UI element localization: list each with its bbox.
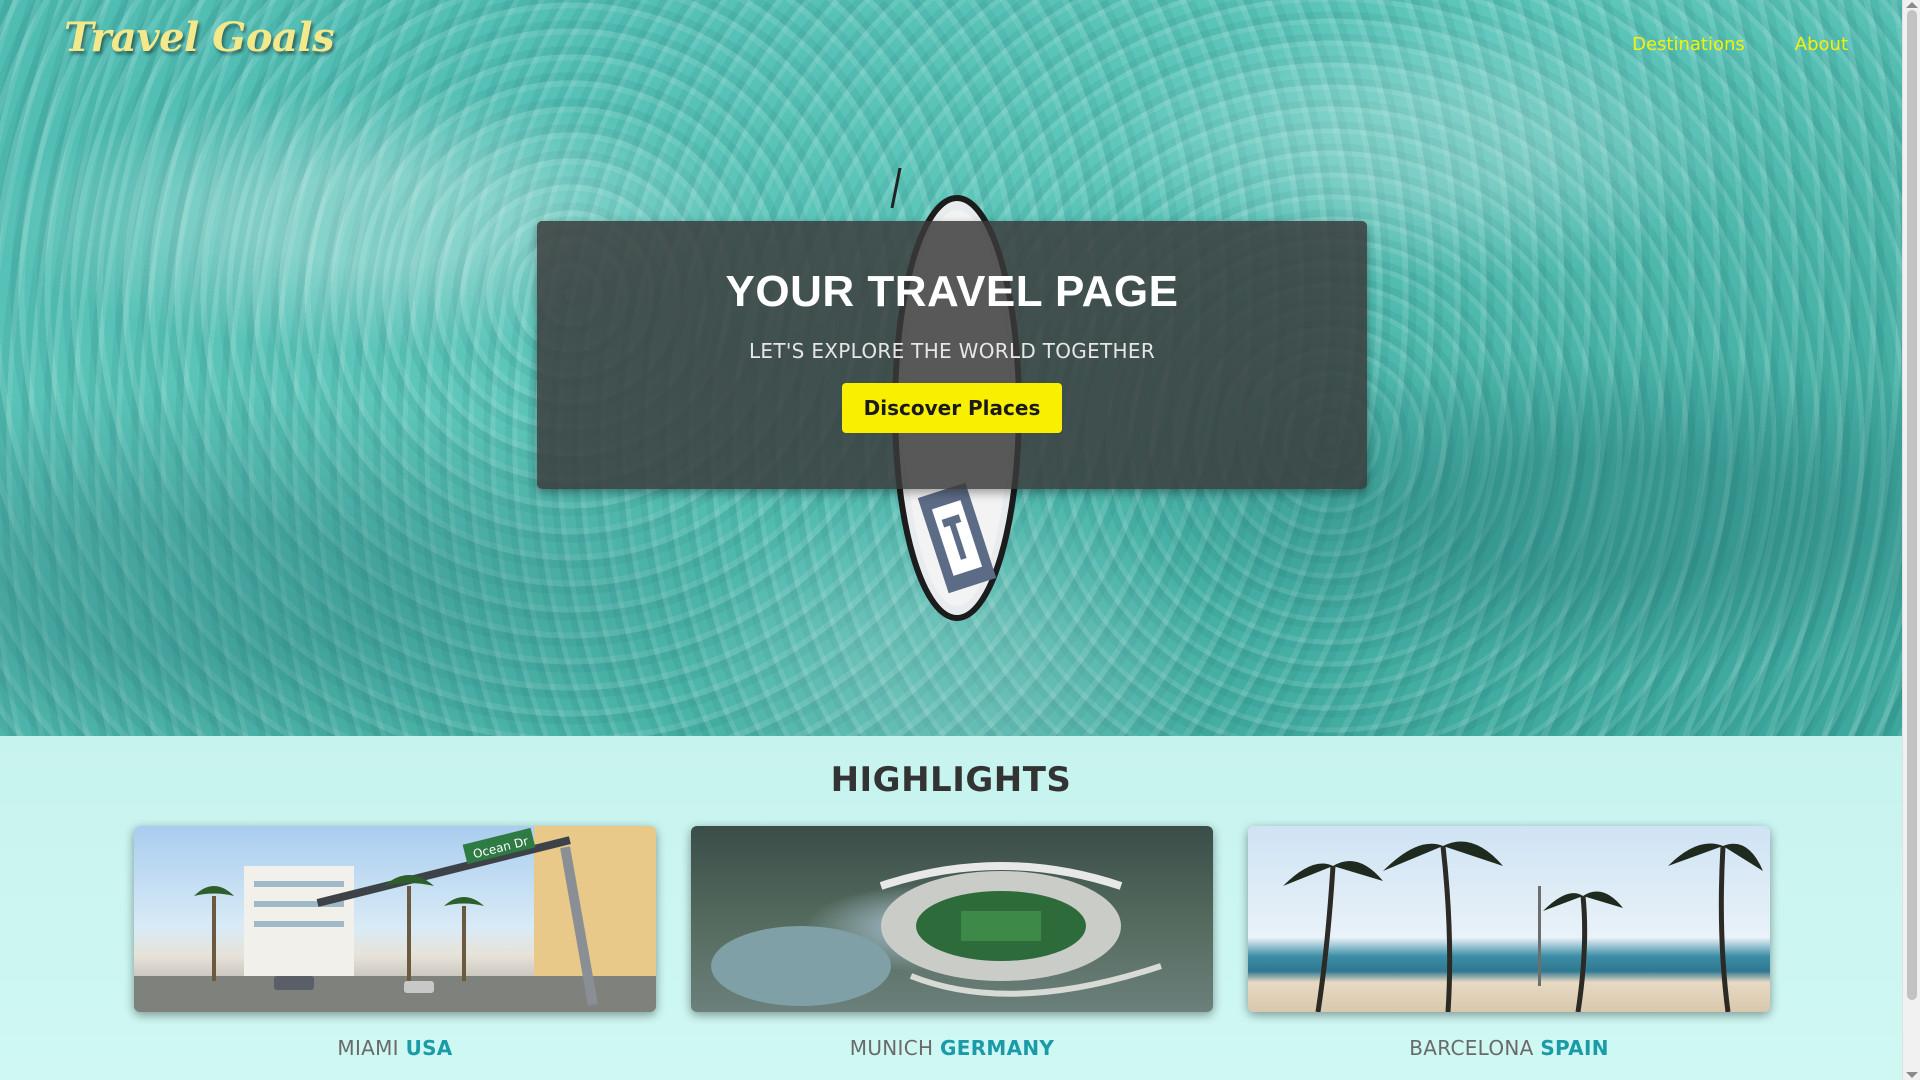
nav-link-about[interactable]: About (1795, 34, 1848, 55)
nav-link-destinations[interactable]: Destinations (1632, 34, 1745, 55)
destination-country: SPAIN (1540, 1036, 1609, 1060)
destination-caption: BARCELONA SPAIN (1248, 1036, 1770, 1060)
destination-city: MUNICH (849, 1036, 934, 1060)
main-nav: Destinations About (1632, 34, 1848, 55)
site-logo[interactable]: Travel Goals (64, 14, 335, 61)
hero-subtitle: LET'S EXPLORE THE WORLD TOGETHER (748, 339, 1156, 363)
destination-city: BARCELONA (1409, 1036, 1534, 1060)
page-scrollbar[interactable] (1902, 0, 1920, 1080)
munich-image[interactable] (691, 826, 1213, 1012)
destination-caption: MUNICH GERMANY (691, 1036, 1213, 1060)
destination-caption: MIAMI USA (134, 1036, 656, 1060)
destination-country: GERMANY (940, 1036, 1055, 1060)
miami-image[interactable]: Ocean Dr (134, 826, 656, 1012)
hero-card: YOUR TRAVEL PAGE LET'S EXPLORE THE WORLD… (537, 221, 1367, 489)
destination-card-munich[interactable]: MUNICH GERMANY (691, 826, 1213, 1060)
barcelona-image[interactable] (1248, 826, 1770, 1012)
barcelona-scene (1283, 841, 1763, 1012)
destination-city: MIAMI (337, 1036, 399, 1060)
discover-places-button[interactable]: Discover Places (841, 383, 1063, 433)
scroll-down-arrow-icon[interactable] (1906, 1072, 1918, 1078)
destination-card-miami[interactable]: Ocean Dr MIAMI USA (134, 826, 656, 1060)
destination-country: USA (405, 1036, 453, 1060)
scroll-thumb[interactable] (1907, 10, 1917, 1000)
hero-title: YOUR TRAVEL PAGE (725, 267, 1179, 316)
destination-card-barcelona[interactable]: BARCELONA SPAIN (1248, 826, 1770, 1060)
miami-scene: Ocean Dr (134, 826, 656, 1012)
highlights-section: HIGHLIGHTS Ocean Dr MIAMI USA MUNICH GER… (0, 736, 1902, 1080)
munich-scene (711, 862, 1162, 1006)
highlights-title: HIGHLIGHTS (830, 760, 1072, 800)
scroll-up-arrow-icon[interactable] (1906, 2, 1918, 8)
